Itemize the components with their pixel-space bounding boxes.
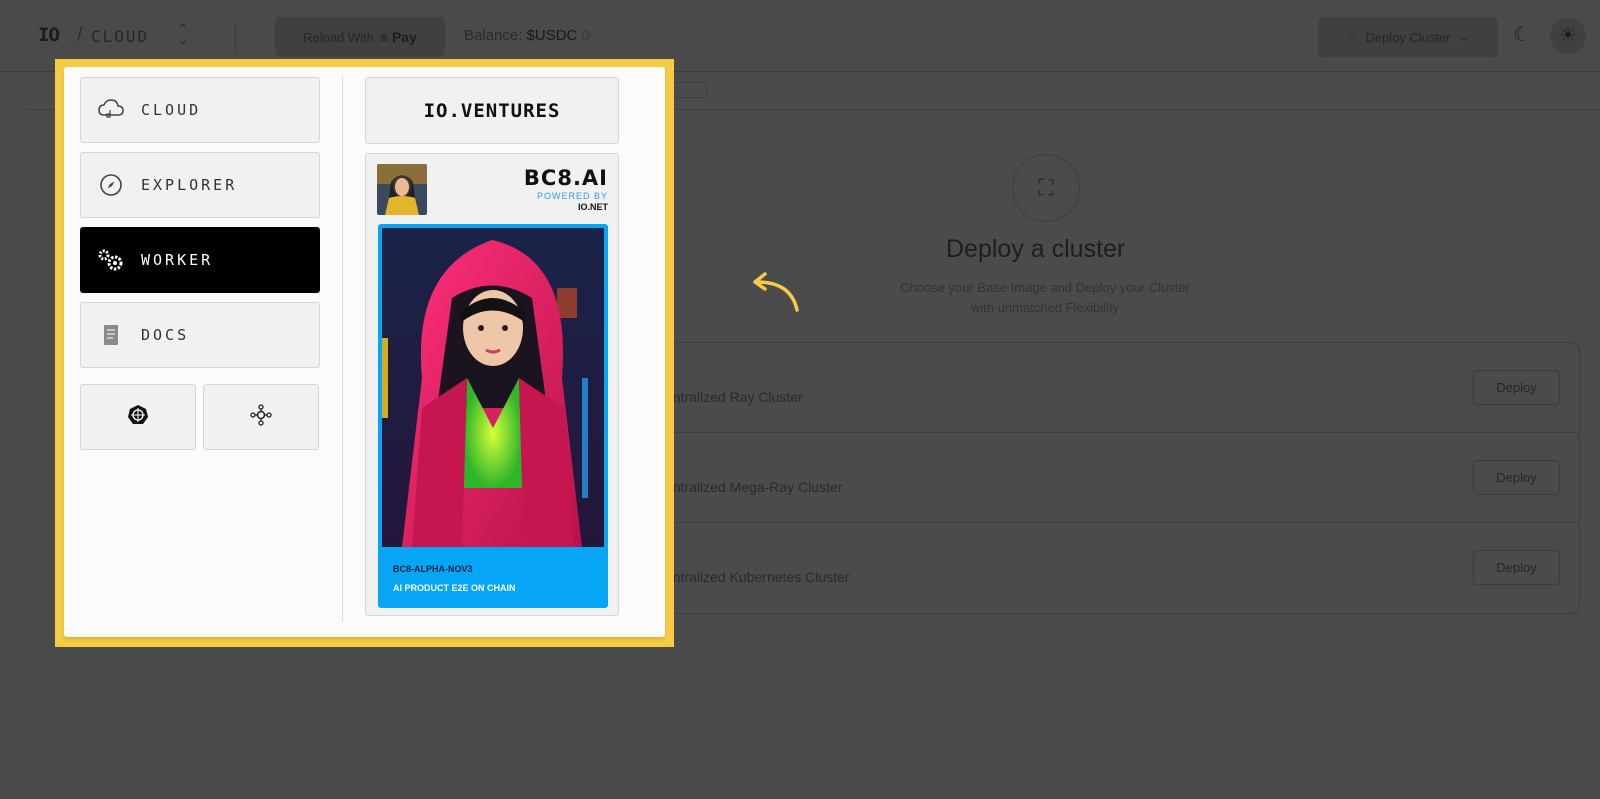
- gears-icon: [81, 247, 141, 273]
- app-switcher-popup: CLOUD EXPLORER WORKER DOCS IO.VENTURES B…: [64, 67, 665, 637]
- cluster-name: entralized Kubernetes Cluster: [665, 569, 850, 585]
- menu-item-cloud[interactable]: CLOUD: [80, 77, 320, 143]
- network-button[interactable]: [203, 384, 319, 450]
- balance-display: Balance: $USDC 0: [464, 27, 590, 44]
- cluster-hero-icon: ⛶: [1012, 154, 1080, 222]
- menu-item-docs[interactable]: DOCS: [80, 302, 320, 368]
- chevron-down-icon: ⌄: [1458, 29, 1470, 44]
- chevron-updown-icon[interactable]: ⌃ ⌄: [177, 22, 189, 46]
- compass-icon: [81, 173, 141, 197]
- document-icon: [81, 324, 141, 346]
- page-subtitle: Choose your Base Image and Deploy your C…: [900, 280, 1190, 315]
- page-title: Deploy a cluster: [946, 235, 1126, 263]
- promo-caption-id: BC8-ALPHA-NOV3: [393, 564, 473, 574]
- deploy-button[interactable]: Deploy: [1473, 460, 1560, 495]
- deploy-button[interactable]: Deploy: [1473, 370, 1560, 405]
- sun-icon[interactable]: ☀: [1550, 18, 1586, 54]
- reload-label: Reload With: [303, 29, 374, 45]
- deploy-cluster-label: Deploy Cluster: [1365, 29, 1451, 45]
- list-item: entralized Mega-Ray Cluster Deploy: [641, 433, 1579, 523]
- list-item: entralized Kubernetes Cluster Deploy: [641, 523, 1579, 613]
- menu-label: WORKER: [141, 251, 214, 269]
- menu-label: EXPLORER: [141, 176, 238, 194]
- network-nodes-icon: [249, 403, 273, 432]
- io-ventures-logo: IO.VENTURES: [423, 99, 561, 122]
- menu-item-explorer[interactable]: EXPLORER: [80, 152, 320, 218]
- menu-label: CLOUD: [141, 101, 202, 119]
- menu-label: DOCS: [141, 326, 190, 344]
- cluster-name: entralized Mega-Ray Cluster: [665, 479, 843, 495]
- column-divider: [342, 76, 343, 622]
- menu-item-worker[interactable]: WORKER: [80, 227, 320, 293]
- io-net-text: IO.NET: [577, 202, 608, 212]
- deploy-cluster-dropdown[interactable]: ⁘ Deploy Cluster ⌄: [1318, 17, 1498, 57]
- header-divider: [235, 22, 236, 52]
- reload-with-pay-button[interactable]: Reload With ≡ Pay: [275, 17, 445, 57]
- cluster-list: entralized Ray Cluster Deploy entralized…: [640, 342, 1580, 614]
- bc8-promo-card[interactable]: BC8.AI POWERED BY IO.NET BC8-ALPHA-NOV3 …: [365, 153, 619, 616]
- cloud-icon: [81, 99, 141, 121]
- kubernetes-button[interactable]: [80, 384, 196, 450]
- promo-artwork: [382, 228, 604, 547]
- avatar-thumbnail: [377, 164, 427, 215]
- list-item: entralized Ray Cluster Deploy: [641, 343, 1579, 433]
- cluster-icon: ⁘: [1346, 29, 1358, 44]
- promo-caption-tagline: AI PRODUCT E2E ON CHAIN: [393, 583, 516, 593]
- moon-icon[interactable]: ☾: [1513, 22, 1539, 48]
- io-logo[interactable]: IO: [38, 24, 60, 46]
- brand-name[interactable]: CLOUD: [91, 27, 149, 46]
- kubernetes-icon: [127, 404, 149, 431]
- io-ventures-card[interactable]: IO.VENTURES: [365, 77, 619, 144]
- cluster-name: entralized Ray Cluster: [665, 389, 803, 405]
- promo-banner[interactable]: BC8-ALPHA-NOV3 AI PRODUCT E2E ON CHAIN: [378, 224, 608, 608]
- brand-separator: /: [77, 24, 83, 46]
- curved-arrow-icon: [753, 272, 799, 312]
- powered-by-text: POWERED BY: [536, 191, 608, 201]
- deploy-button[interactable]: Deploy: [1473, 550, 1560, 585]
- pay-logo: ≡ Pay: [379, 29, 417, 45]
- bc8-logo: BC8.AI: [523, 166, 608, 190]
